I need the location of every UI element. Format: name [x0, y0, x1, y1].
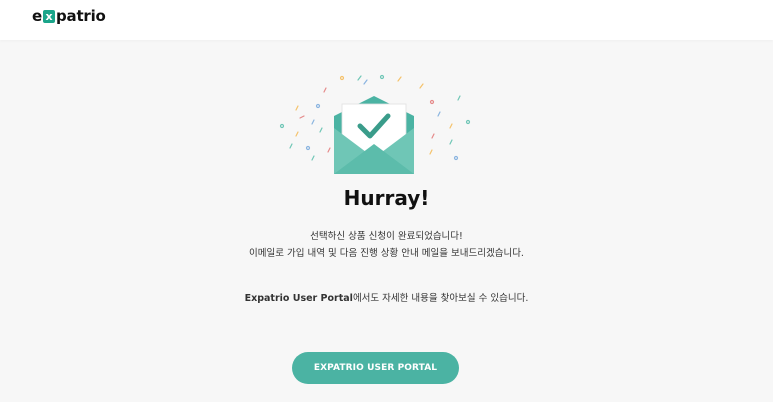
- expatrio-logo[interactable]: e x patrio: [32, 7, 106, 25]
- message-line: 이메일로 가입 내역 및 다음 진행 상황 안내 메일을 보내드리겠습니다.: [249, 248, 524, 259]
- page-title: Hurray!: [343, 186, 430, 210]
- message-line: 선택하신 상품 신청이 완료되었습니다!: [310, 231, 463, 242]
- envelope-check-icon: [279, 74, 471, 174]
- user-portal-button[interactable]: EXPATRIO USER PORTAL: [292, 352, 459, 384]
- portal-brand-text: Expatrio User Portal: [244, 293, 353, 304]
- logo-prefix: e: [32, 7, 42, 25]
- portal-info-message: Expatrio User Portal에서도 자세한 내용을 찾아보실 수 있…: [220, 290, 553, 307]
- confirmation-message: 선택하신 상품 신청이 완료되었습니다! 이메일로 가입 내역 및 다음 진행 …: [220, 228, 553, 262]
- top-bar: e x patrio: [0, 0, 773, 40]
- logo-suffix: patrio: [55, 7, 106, 25]
- message-line: 에서도 자세한 내용을 찾아보실 수 있습니다.: [352, 293, 529, 304]
- logo-mark: x: [42, 9, 55, 23]
